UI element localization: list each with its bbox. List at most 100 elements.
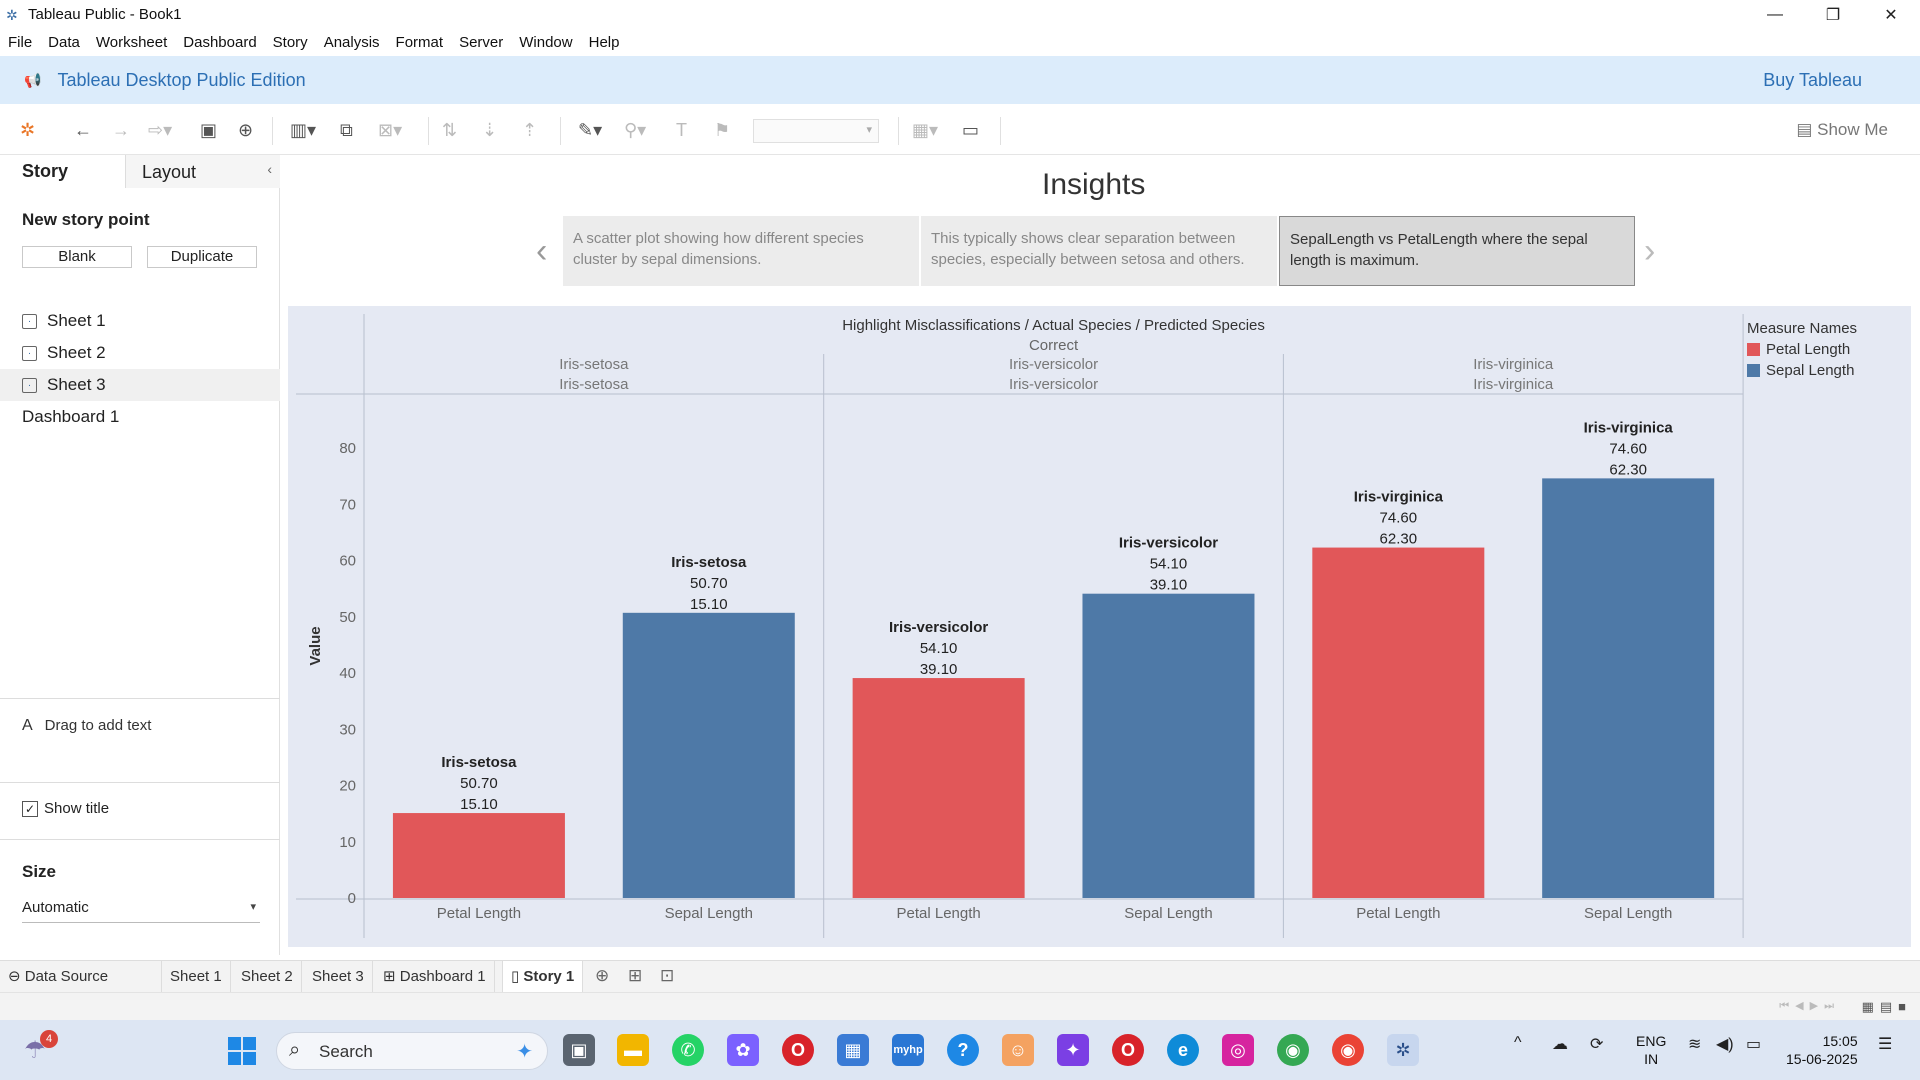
previous-point-icon[interactable]: ‹	[536, 232, 547, 271]
opera-icon[interactable]: O	[1112, 1034, 1144, 1066]
weather-widget-icon[interactable]: ☂ 4	[24, 1030, 58, 1065]
pin-icon[interactable]: ⚑	[714, 120, 730, 140]
new-worksheet-tab-icon[interactable]: ⊕	[595, 966, 609, 986]
menu-story[interactable]: Story	[265, 34, 316, 51]
myhp-icon[interactable]: myhp	[892, 1034, 924, 1066]
sheet-view-toggle-icon[interactable]: ▦▤■	[1862, 999, 1912, 1015]
y-tick-label: 60	[339, 553, 356, 570]
menu-data[interactable]: Data	[40, 34, 88, 51]
next-point-icon[interactable]: ›	[1644, 232, 1655, 271]
menu-help[interactable]: Help	[581, 34, 628, 51]
menu-dashboard[interactable]: Dashboard	[175, 34, 264, 51]
copilot-icon[interactable]: ✿	[727, 1034, 759, 1066]
show-hidden-icons-icon[interactable]: ^	[1514, 1034, 1522, 1052]
tab-story-1[interactable]: ▯ Story 1	[502, 961, 584, 993]
size-dropdown[interactable]: Automatic	[22, 899, 260, 923]
m365-icon[interactable]: ✦	[1057, 1034, 1089, 1066]
legend-item-petal[interactable]: Petal Length	[1747, 339, 1857, 360]
tableau-logo-icon[interactable]: ✲	[20, 120, 35, 140]
buy-tableau-link[interactable]: Buy Tableau	[1763, 70, 1862, 91]
chrome-profile-icon[interactable]: ◉	[1332, 1034, 1364, 1066]
tableau-taskbar-icon[interactable]: ✲	[1387, 1034, 1419, 1066]
tab-sheet-1[interactable]: Sheet 1	[162, 961, 231, 993]
blank-button[interactable]: Blank	[22, 246, 132, 268]
sheet-item-1[interactable]: · Sheet 1	[0, 305, 280, 337]
dashboard-item-1[interactable]: ⊞Dashboard 1	[0, 401, 303, 627]
instagram-icon[interactable]: ◎	[1222, 1034, 1254, 1066]
new-story-tab-icon[interactable]: ⊡	[660, 966, 674, 986]
replay-icon[interactable]: ⇨▾	[148, 120, 172, 140]
edge-icon[interactable]: e	[1167, 1034, 1199, 1066]
volume-icon[interactable]: ◀)	[1716, 1034, 1734, 1054]
minimize-button[interactable]: —	[1746, 0, 1804, 29]
whatsapp-icon[interactable]: ✆	[672, 1034, 704, 1066]
menu-worksheet[interactable]: Worksheet	[88, 34, 175, 51]
legend-item-sepal[interactable]: Sepal Length	[1747, 360, 1857, 381]
fit-dropdown[interactable]	[753, 119, 879, 143]
chrome-icon[interactable]: ◉	[1277, 1034, 1309, 1066]
sheet-navigation-icon[interactable]: ⏮◀▶⏭	[1779, 999, 1840, 1013]
menu-window[interactable]: Window	[511, 34, 580, 51]
search-label: Search	[319, 1042, 373, 1061]
sort-ascending-icon[interactable]: ⇣	[482, 120, 497, 140]
menu-format[interactable]: Format	[388, 34, 452, 51]
menu-analysis[interactable]: Analysis	[316, 34, 388, 51]
story-point-3[interactable]: SepalLength vs PetalLength where the sep…	[1279, 216, 1635, 286]
story-point-1[interactable]: A scatter plot showing how different spe…	[563, 216, 919, 286]
sheet-item-3[interactable]: · Sheet 3	[0, 369, 280, 401]
tab-story[interactable]: Story	[0, 155, 125, 188]
taskbar-search[interactable]: ⌕ Search ✦	[276, 1032, 548, 1070]
label-icon[interactable]: T	[676, 120, 687, 140]
tab-sheet-3[interactable]: Sheet 3	[304, 961, 373, 993]
sync-icon[interactable]: ⟳	[1590, 1034, 1603, 1054]
task-view-icon[interactable]: ▣	[563, 1034, 595, 1066]
sheet-item-label: Sheet 3	[47, 375, 106, 394]
x-tick-label: Sepal Length	[665, 905, 753, 922]
wifi-icon[interactable]: ≋	[1688, 1034, 1701, 1054]
menu-server[interactable]: Server	[451, 34, 511, 51]
new-worksheet-icon[interactable]: ▥▾	[290, 120, 316, 140]
presentation-icon[interactable]: ▭	[962, 120, 979, 140]
duplicate-button[interactable]: Duplicate	[147, 246, 257, 268]
new-data-source-icon[interactable]: ⊕	[238, 120, 253, 140]
show-me-button[interactable]: ▤ Show Me	[1796, 120, 1888, 140]
start-button[interactable]	[228, 1037, 256, 1065]
tab-sheet-2[interactable]: Sheet 2	[233, 961, 302, 993]
actual-species-header: Iris-versicolor	[1009, 356, 1098, 373]
file-explorer-icon[interactable]: ▬	[617, 1034, 649, 1066]
clear-sheet-icon[interactable]: ⊠▾	[378, 120, 402, 140]
group-icon[interactable]: ⚲▾	[624, 120, 646, 140]
story-title: Insights	[1042, 168, 1146, 201]
notifications-icon[interactable]: ☰	[1878, 1034, 1892, 1054]
avatar-app-icon[interactable]: ☺	[1002, 1034, 1034, 1066]
language-indicator[interactable]: ENG IN	[1636, 1032, 1666, 1068]
bar-data-label: 15.10	[460, 796, 498, 813]
clock[interactable]: 15:05 15-06-2025	[1786, 1032, 1858, 1068]
onedrive-icon[interactable]: ☁	[1552, 1034, 1568, 1054]
collapse-pane-icon[interactable]: ‹	[267, 161, 272, 177]
story-point-2[interactable]: This typically shows clear separation be…	[921, 216, 1277, 286]
duplicate-sheet-icon[interactable]: ⧉	[340, 120, 353, 140]
show-labels-icon[interactable]: ▦▾	[912, 120, 938, 140]
menu-file[interactable]: File	[0, 34, 40, 51]
new-dashboard-tab-icon[interactable]: ⊞	[628, 966, 642, 986]
redo-icon[interactable]: →	[112, 120, 130, 140]
show-title-checkbox[interactable]: ✓ Show title	[22, 800, 109, 817]
y-tick-label: 0	[348, 890, 356, 907]
highlight-icon[interactable]: ✎▾	[578, 120, 602, 140]
microsoft-store-icon[interactable]: ▦	[837, 1034, 869, 1066]
tab-data-source[interactable]: ⊖ Data Source	[0, 961, 162, 993]
maximize-button[interactable]: ❐	[1804, 0, 1862, 29]
save-icon[interactable]: ▣	[200, 120, 217, 140]
tab-dashboard-1[interactable]: ⊞ Dashboard 1	[375, 961, 495, 993]
tab-layout[interactable]: Layout ‹	[125, 155, 280, 188]
close-button[interactable]: ✕	[1862, 0, 1920, 29]
battery-icon[interactable]: ▭	[1746, 1034, 1761, 1054]
sort-descending-icon[interactable]: ⇡	[522, 120, 537, 140]
opera-gx-icon[interactable]: O	[782, 1034, 814, 1066]
swap-icon[interactable]: ⇅	[442, 120, 457, 140]
undo-icon[interactable]: ←	[74, 120, 92, 140]
sheet-item-2[interactable]: · Sheet 2	[0, 337, 280, 369]
help-app-icon[interactable]: ?	[947, 1034, 979, 1066]
drag-text-object[interactable]: A Drag to add text	[22, 717, 151, 735]
